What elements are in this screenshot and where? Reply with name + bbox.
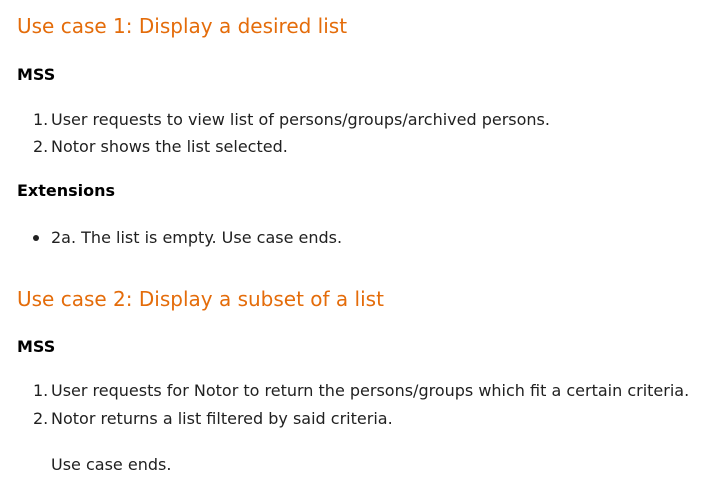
use-case-1-extension-1: 2a. The list is empty. Use case ends. [51,228,343,247]
use-case-1-mss-label: MSS [17,65,56,84]
step-text: User requests to view list of persons/gr… [51,110,550,129]
step-number: 2. [33,409,49,428]
use-case-2-mss-label: MSS [17,337,56,356]
bullet-icon [33,235,39,241]
step-number: 1. [33,381,49,400]
use-case-1-heading: Use case 1: Display a desired list [17,14,348,38]
step-text: Notor returns a list filtered by said cr… [51,409,393,428]
step-number: 1. [33,110,49,129]
use-case-2-ending: Use case ends. [51,455,172,474]
use-case-2-step-2: 2. Notor returns a list filtered by said … [33,409,393,428]
use-case-2-heading: Use case 2: Display a subset of a list [17,287,384,311]
use-case-2-step-1: 1. User requests for Notor to return the … [33,381,689,400]
use-case-1-step-2: 2. Notor shows the list selected. [33,137,288,156]
step-text: Notor shows the list selected. [51,137,288,156]
use-case-1-extensions-label: Extensions [17,181,116,200]
step-text: User requests for Notor to return the pe… [51,381,690,400]
use-case-1-step-1: 1. User requests to view list of persons/… [33,110,550,129]
step-number: 2. [33,137,49,156]
